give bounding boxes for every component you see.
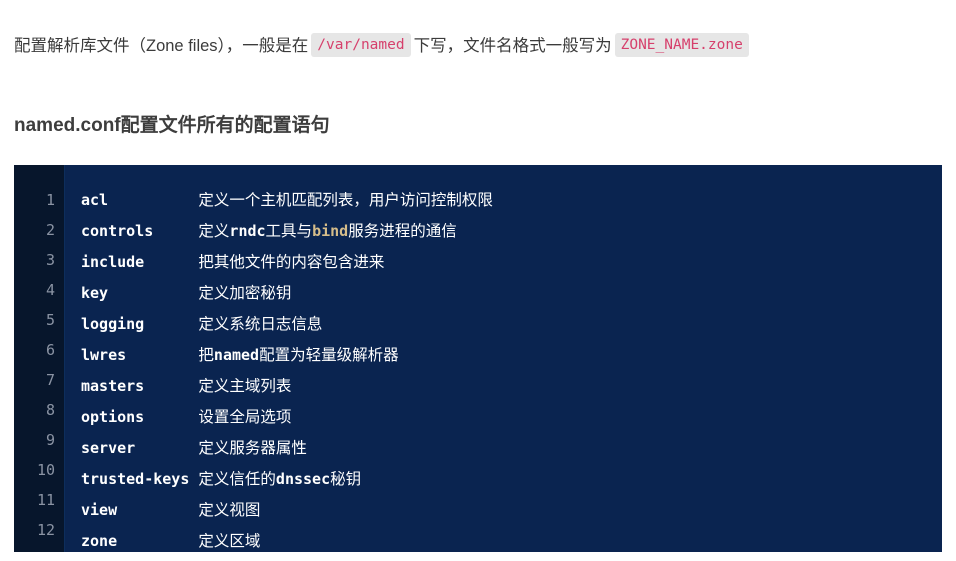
column-spacer [108,284,198,302]
config-statement-keyword: options [81,408,145,426]
description-text: 定义区域 [198,533,261,550]
line-number: 5 [45,311,55,329]
code-line: masters 定义主域列表 [81,371,942,402]
line-number: 12 [36,521,55,539]
description-text: 设置全局选项 [198,409,292,426]
description-text: 工具与 [265,223,313,240]
line-number: 2 [45,221,55,239]
config-statement-keyword: server [81,439,136,457]
line-number: 11 [36,491,55,509]
description-text: 定义视图 [198,502,261,519]
config-statement-keyword: include [81,253,145,271]
description-code-term: rndc [229,222,266,240]
column-spacer [144,315,198,333]
config-statement-keyword: lwres [81,346,127,364]
code-line: key 定义加密秘钥 [81,278,942,309]
config-statement-description: 定义区域 [198,533,260,550]
config-statement-description: 定义加密秘钥 [198,285,291,302]
description-text: 定义信任的 [198,471,276,488]
config-statement-description: 设置全局选项 [198,409,291,426]
inline-code-filename: ZONE_NAME.zone [614,32,749,57]
intro-text-segment-1: 配置解析库文件（Zone files），一般是在 [14,36,309,55]
column-spacer [135,439,198,457]
config-statement-description: 定义信任的dnssec秘钥 [198,470,362,488]
description-text: 定义加密秘钥 [198,285,292,302]
description-text: 把 [198,347,214,364]
config-statement-keyword: trusted-keys [81,470,190,488]
code-line-number-gutter: 1 2 3 4 5 6 7 8 9 10 11 12 [14,165,65,552]
code-line: include 把其他文件的内容包含进来 [81,247,942,278]
line-number: 6 [45,341,55,359]
description-text: 把其他文件的内容包含进来 [198,254,385,271]
code-line: logging 定义系统日志信息 [81,309,942,340]
code-line: lwres 把named配置为轻量级解析器 [81,340,942,371]
code-line: view 定义视图 [81,495,942,526]
column-spacer [144,377,198,395]
config-statement-description: 定义一个主机匹配列表，用户访问控制权限 [198,192,493,209]
code-line: zone 定义区域 [81,526,942,552]
description-code-term: dnssec [275,470,331,488]
config-statement-description: 把named配置为轻量级解析器 [198,346,399,364]
section-heading: named.conf配置文件所有的配置语句 [14,115,330,136]
config-statement-keyword: view [81,501,118,519]
description-text: 定义系统日志信息 [198,316,323,333]
config-statement-keyword: masters [81,377,145,395]
column-spacer [126,346,198,364]
column-spacer [117,532,198,550]
column-spacer [153,222,198,240]
config-statement-description: 把其他文件的内容包含进来 [198,254,384,271]
code-line: trusted-keys 定义信任的dnssec秘钥 [81,464,942,495]
code-line: controls 定义rndc工具与bind服务进程的通信 [81,216,942,247]
column-spacer [108,191,198,209]
intro-text-segment-2: 下写，文件名格式一般写为 [413,36,612,55]
config-statement-keyword: zone [81,532,118,550]
config-statement-description: 定义rndc工具与bind服务进程的通信 [198,222,457,240]
description-text: 定义服务器属性 [198,440,307,457]
description-text: 配置为轻量级解析器 [259,347,399,364]
description-text: 服务进程的通信 [348,223,457,240]
config-statement-keyword: acl [81,191,109,209]
column-spacer [144,253,198,271]
description-text: 定义 [198,223,230,240]
config-statement-description: 定义主域列表 [198,378,291,395]
config-statement-description: 定义视图 [198,502,260,519]
code-line: acl 定义一个主机匹配列表，用户访问控制权限 [81,185,942,216]
config-statement-description: 定义服务器属性 [198,440,307,457]
line-number: 3 [45,251,55,269]
code-content-area: acl 定义一个主机匹配列表，用户访问控制权限 controls 定义rndc工具… [65,165,942,552]
description-text: 定义一个主机匹配列表，用户访问控制权限 [198,192,493,209]
code-block: 1 2 3 4 5 6 7 8 9 10 11 12 acl 定义一个主机匹配列表，用户访问控制权限 c… [14,165,942,552]
config-statement-description: 定义系统日志信息 [198,316,322,333]
config-statement-keyword: controls [81,222,154,240]
description-code-term: named [213,346,260,364]
line-number: 8 [45,401,55,419]
inline-code-path: /var/named [311,32,411,57]
code-line: server 定义服务器属性 [81,433,942,464]
config-statement-keyword: key [81,284,109,302]
line-number: 7 [45,371,55,389]
intro-paragraph: 配置解析库文件（Zone files），一般是在/var/named 下写，文件名… [14,31,944,61]
line-number: 9 [45,431,55,449]
line-number: 10 [36,461,55,479]
code-line: options 设置全局选项 [81,402,942,433]
column-spacer [144,408,198,426]
description-highlighted-term: bind [312,222,349,240]
line-number: 1 [45,191,55,209]
description-text: 定义主域列表 [198,378,292,395]
page-root: 配置解析库文件（Zone files），一般是在/var/named 下写，文件名… [0,0,956,561]
config-statement-keyword: logging [81,315,145,333]
column-spacer [117,501,198,519]
line-number: 4 [45,281,55,299]
description-text: 秘钥 [330,471,362,488]
